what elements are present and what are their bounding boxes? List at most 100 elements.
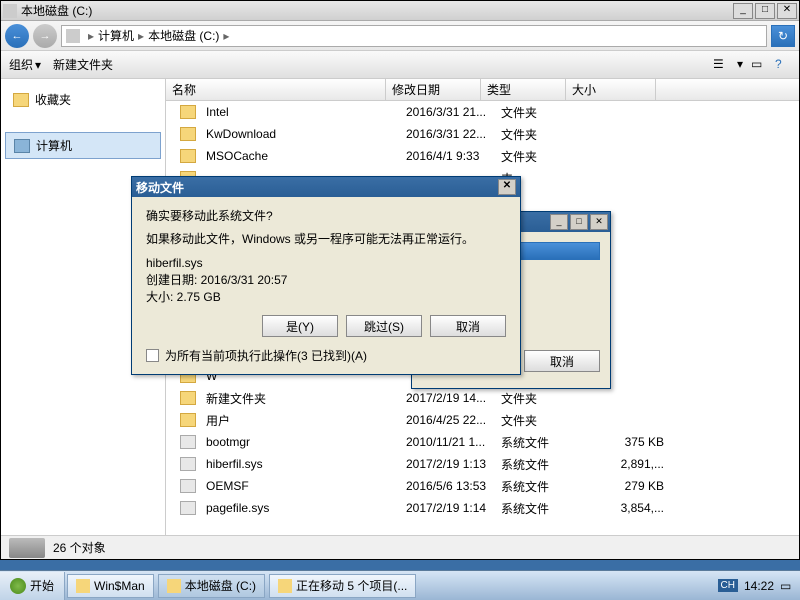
file-row[interactable]: pagefile.sys2017/2/19 1:14系统文件3,854,... bbox=[166, 497, 799, 519]
maximize-button[interactable]: □ bbox=[755, 3, 775, 19]
system-file-icon bbox=[180, 457, 196, 471]
organize-menu[interactable]: 组织 ▾ bbox=[9, 56, 41, 73]
help-icon[interactable]: ? bbox=[775, 57, 791, 73]
file-name: OEMSF bbox=[200, 479, 400, 493]
file-size: 375 KB bbox=[580, 435, 670, 449]
file-date: 2017/2/19 14... bbox=[400, 391, 495, 405]
file-name: MSOCache bbox=[200, 149, 400, 163]
cancel-button[interactable]: 取消 bbox=[430, 315, 506, 337]
file-row[interactable]: 新建文件夹2017/2/19 14...文件夹 bbox=[166, 387, 799, 409]
toolbar: 组织 ▾ 新建文件夹 ☰ ▾ ▭ ? bbox=[1, 51, 799, 79]
status-text: 26 个对象 bbox=[53, 539, 106, 556]
taskbar-item[interactable]: 本地磁盘 (C:) bbox=[158, 574, 265, 598]
nav-bar: ← → ▸ 计算机 ▸ 本地磁盘 (C:) ▸ ↻ bbox=[1, 21, 799, 51]
file-date: 2016/3/31 21... bbox=[400, 105, 495, 119]
close-button[interactable]: ✕ bbox=[777, 3, 797, 19]
chevron-right-icon: ▸ bbox=[223, 29, 229, 43]
file-row[interactable]: MSOCache2016/4/1 9:33文件夹 bbox=[166, 145, 799, 167]
chevron-down-icon[interactable]: ▾ bbox=[737, 57, 743, 73]
window-title: 本地磁盘 (C:) bbox=[21, 2, 733, 19]
system-file-icon bbox=[180, 501, 196, 515]
dialog-created: 创建日期: 2016/3/31 20:57 bbox=[146, 272, 506, 289]
dialog-question: 确实要移动此系统文件? bbox=[146, 207, 506, 224]
file-name: pagefile.sys bbox=[200, 501, 400, 515]
file-type: 系统文件 bbox=[495, 456, 580, 473]
file-row[interactable]: OEMSF2016/5/6 13:53系统文件279 KB bbox=[166, 475, 799, 497]
folder-icon bbox=[278, 579, 292, 593]
start-button[interactable]: 开始 bbox=[0, 572, 65, 600]
sidebar-item-favorites[interactable]: 收藏夹 bbox=[5, 87, 161, 112]
file-date: 2017/2/19 1:13 bbox=[400, 457, 495, 471]
new-folder-label: 新建文件夹 bbox=[53, 56, 113, 73]
folder-icon bbox=[180, 127, 196, 141]
yes-button[interactable]: 是(Y) bbox=[262, 315, 338, 337]
folder-icon bbox=[180, 105, 196, 119]
apply-all-checkbox[interactable] bbox=[146, 349, 159, 362]
title-bar: 本地磁盘 (C:) _ □ ✕ bbox=[1, 1, 799, 21]
view-options-icon[interactable]: ☰ bbox=[713, 57, 729, 73]
file-name: 用户 bbox=[200, 412, 400, 429]
window-controls: _ □ ✕ bbox=[733, 3, 797, 19]
forward-button[interactable]: → bbox=[33, 24, 57, 48]
chevron-right-icon: ▸ bbox=[88, 29, 94, 43]
new-folder-button[interactable]: 新建文件夹 bbox=[53, 56, 113, 73]
organize-label: 组织 bbox=[9, 56, 33, 73]
minimize-button[interactable]: _ bbox=[550, 214, 568, 230]
breadcrumb-computer[interactable]: 计算机 bbox=[98, 27, 134, 44]
column-type[interactable]: 类型 bbox=[481, 79, 566, 100]
drive-icon bbox=[3, 4, 17, 18]
file-name: KwDownload bbox=[200, 127, 400, 141]
clock[interactable]: 14:22 bbox=[744, 579, 774, 593]
cancel-button[interactable]: 取消 bbox=[524, 350, 600, 372]
language-indicator[interactable]: CH bbox=[718, 579, 738, 592]
column-size[interactable]: 大小 bbox=[566, 79, 656, 100]
file-date: 2016/4/1 9:33 bbox=[400, 149, 495, 163]
chevron-down-icon: ▾ bbox=[35, 58, 41, 72]
file-date: 2016/3/31 22... bbox=[400, 127, 495, 141]
file-row[interactable]: hiberfil.sys2017/2/19 1:13系统文件2,891,... bbox=[166, 453, 799, 475]
refresh-button[interactable]: ↻ bbox=[771, 25, 795, 47]
file-type: 文件夹 bbox=[495, 390, 580, 407]
chevron-right-icon: ▸ bbox=[138, 29, 144, 43]
file-date: 2017/2/19 1:14 bbox=[400, 501, 495, 515]
disk-icon bbox=[66, 29, 80, 43]
tray-icon[interactable]: ▭ bbox=[780, 579, 794, 593]
taskbar-item[interactable]: 正在移动 5 个项目(... bbox=[269, 574, 416, 598]
column-headers: 名称 修改日期 类型 大小 bbox=[166, 79, 799, 101]
sidebar-label: 收藏夹 bbox=[35, 91, 71, 108]
skip-button[interactable]: 跳过(S) bbox=[346, 315, 422, 337]
maximize-button[interactable]: □ bbox=[570, 214, 588, 230]
task-label: Win$Man bbox=[94, 579, 145, 593]
close-button[interactable]: ✕ bbox=[498, 179, 516, 195]
folder-icon bbox=[180, 413, 196, 427]
file-name: 新建文件夹 bbox=[200, 390, 400, 407]
file-row[interactable]: 用户2016/4/25 22...文件夹 bbox=[166, 409, 799, 431]
column-date[interactable]: 修改日期 bbox=[386, 79, 481, 100]
column-name[interactable]: 名称 bbox=[166, 79, 386, 100]
task-label: 本地磁盘 (C:) bbox=[185, 577, 256, 594]
file-type: 文件夹 bbox=[495, 104, 580, 121]
file-row[interactable]: bootmgr2010/11/21 1...系统文件375 KB bbox=[166, 431, 799, 453]
file-name: bootmgr bbox=[200, 435, 400, 449]
system-tray: CH 14:22 ▭ bbox=[712, 579, 800, 593]
breadcrumb-drive[interactable]: 本地磁盘 (C:) bbox=[148, 27, 219, 44]
minimize-button[interactable]: _ bbox=[733, 3, 753, 19]
folder-icon bbox=[180, 149, 196, 163]
computer-icon bbox=[14, 139, 30, 153]
folder-icon bbox=[167, 579, 181, 593]
taskbar: 开始 Win$Man 本地磁盘 (C:) 正在移动 5 个项目(... CH 1… bbox=[0, 570, 800, 600]
sidebar-item-computer[interactable]: 计算机 bbox=[5, 132, 161, 159]
favorites-icon bbox=[13, 93, 29, 107]
system-file-icon bbox=[180, 435, 196, 449]
breadcrumb[interactable]: ▸ 计算机 ▸ 本地磁盘 (C:) ▸ bbox=[61, 25, 767, 47]
preview-pane-icon[interactable]: ▭ bbox=[751, 57, 767, 73]
close-button[interactable]: ✕ bbox=[590, 214, 608, 230]
file-type: 系统文件 bbox=[495, 500, 580, 517]
file-type: 文件夹 bbox=[495, 126, 580, 143]
task-label: 正在移动 5 个项目(... bbox=[296, 577, 407, 594]
file-row[interactable]: KwDownload2016/3/31 22...文件夹 bbox=[166, 123, 799, 145]
back-button[interactable]: ← bbox=[5, 24, 29, 48]
file-row[interactable]: Intel2016/3/31 21...文件夹 bbox=[166, 101, 799, 123]
taskbar-item[interactable]: Win$Man bbox=[67, 574, 154, 598]
file-type: 文件夹 bbox=[495, 412, 580, 429]
